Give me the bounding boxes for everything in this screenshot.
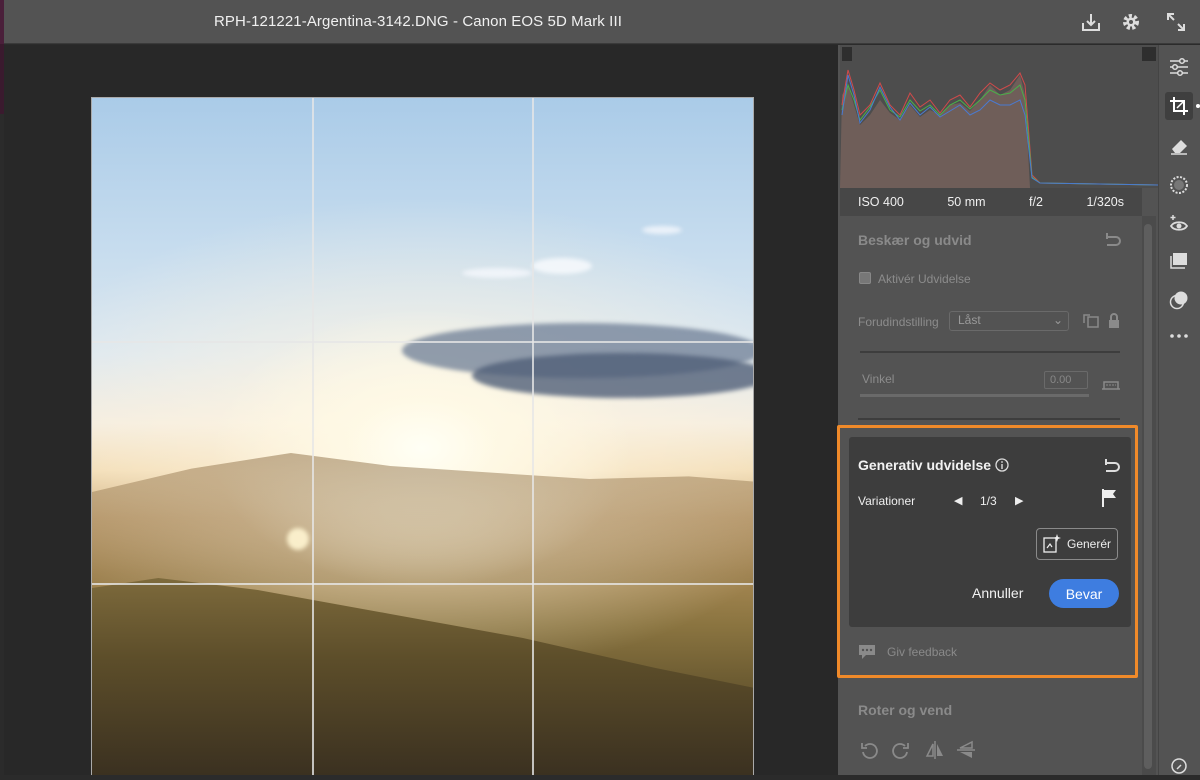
flip-vertical-icon[interactable] — [956, 740, 976, 765]
highlight-frame — [837, 425, 1138, 678]
layers-icon[interactable] — [1165, 286, 1193, 314]
highlight-clipping-icon[interactable] — [1142, 47, 1156, 61]
preset-select-value: Låst — [958, 313, 981, 327]
preset-select[interactable]: Låst ⌄ — [949, 311, 1069, 331]
preset-label: Forudindstilling — [858, 315, 939, 329]
eraser-icon[interactable] — [1165, 132, 1193, 160]
photo-preview[interactable] — [91, 97, 754, 775]
scrollbar-thumb[interactable] — [1144, 224, 1152, 769]
crop-icon[interactable] — [1165, 92, 1193, 120]
camera-info-bar: ISO 400 50 mm f/2 1/320s — [840, 188, 1142, 216]
histogram — [840, 45, 1159, 188]
mask-icon[interactable] — [1165, 171, 1193, 199]
rotate-right-icon[interactable] — [892, 740, 910, 765]
enable-expand-checkbox[interactable] — [859, 272, 871, 284]
edit-sliders-icon[interactable] — [1165, 53, 1193, 81]
expand-icon[interactable] — [1163, 9, 1189, 35]
help-icon[interactable] — [1165, 752, 1193, 780]
angle-label: Vinkel — [862, 372, 895, 386]
crop-reset-icon[interactable] — [1104, 232, 1122, 251]
flip-horizontal-icon[interactable] — [925, 740, 945, 765]
rotate-left-icon[interactable] — [860, 740, 878, 765]
redeye-icon[interactable] — [1165, 210, 1193, 238]
window-title: RPH-121221-Argentina-3142.DNG - Canon EO… — [214, 13, 622, 30]
shutter-speed-value: 1/320s — [1086, 195, 1124, 209]
straighten-tool-icon[interactable] — [1101, 377, 1121, 396]
active-tool-indicator — [1196, 104, 1200, 108]
angle-input[interactable]: 0.00 — [1044, 371, 1088, 389]
divider — [860, 351, 1120, 353]
iso-value: ISO 400 — [858, 195, 904, 209]
crop-section-title: Beskær og udvid — [858, 232, 972, 248]
download-icon[interactable] — [1078, 9, 1104, 35]
lock-icon[interactable] — [1107, 313, 1121, 334]
gear-icon[interactable] — [1118, 9, 1144, 35]
rotate-aspect-icon[interactable] — [1082, 313, 1100, 334]
window-edge — [0, 0, 4, 44]
focal-length-value: 50 mm — [947, 195, 986, 209]
angle-slider[interactable] — [860, 394, 1089, 397]
shadow-clipping-icon[interactable] — [842, 47, 852, 61]
more-icon[interactable] — [1165, 322, 1193, 350]
presets-icon[interactable] — [1165, 247, 1193, 275]
chevron-down-icon: ⌄ — [1052, 313, 1063, 327]
divider — [858, 418, 1120, 420]
enable-expand-label: Aktivér Udvidelse — [878, 272, 971, 286]
rotate-section-title: Roter og vend — [858, 702, 953, 718]
aperture-value: f/2 — [1029, 195, 1043, 209]
